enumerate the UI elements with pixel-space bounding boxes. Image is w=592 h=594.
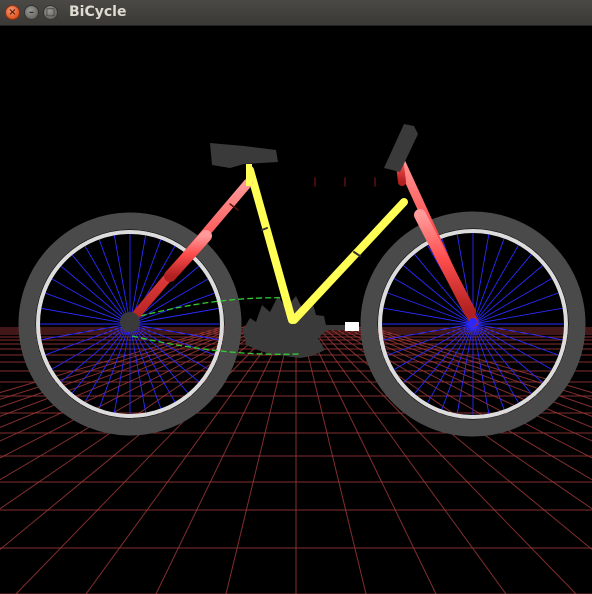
bicycle-scene <box>0 124 592 594</box>
maximize-button[interactable]: □ <box>43 5 58 20</box>
close-button[interactable]: × <box>5 5 20 20</box>
ground-grid-line <box>315 325 577 594</box>
ground-grid-line <box>15 325 277 594</box>
handlebar <box>384 124 418 172</box>
ground-grid-line <box>320 325 592 551</box>
ground-grid-line <box>310 325 507 594</box>
ground-grid-line <box>300 325 367 594</box>
ground-grid-line <box>85 325 282 594</box>
opengl-viewport[interactable] <box>0 26 592 594</box>
window-titlebar[interactable]: × – □ BiCycle <box>0 0 592 26</box>
minimize-button[interactable]: – <box>24 5 39 20</box>
ground-grid <box>0 325 592 594</box>
window-title: BiCycle <box>69 4 127 20</box>
ground-grid-line <box>225 325 292 594</box>
